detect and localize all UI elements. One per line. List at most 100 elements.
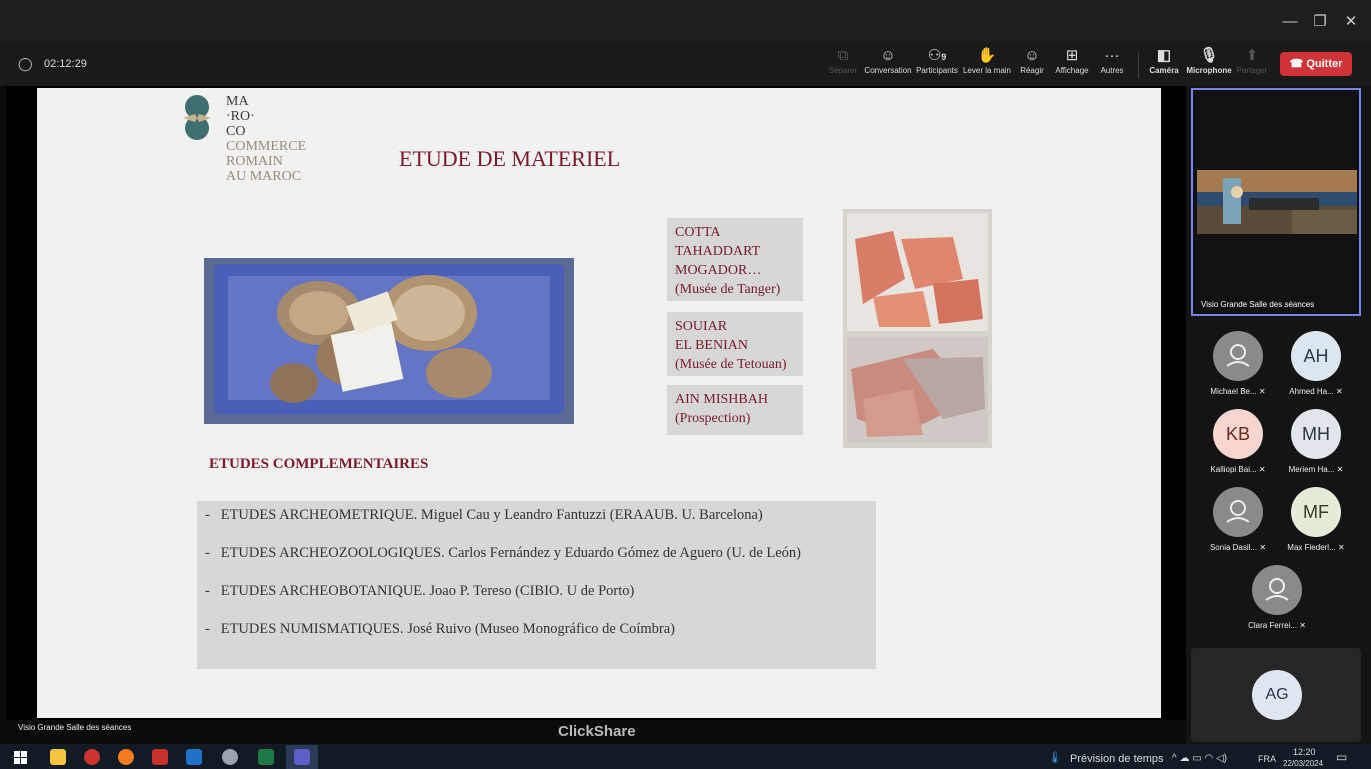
- participant-name: Meriem Ha... ✕: [1278, 465, 1354, 474]
- participant-avatar[interactable]: MF: [1291, 487, 1341, 537]
- raise-hand-button[interactable]: ✋ Lever la main: [962, 46, 1012, 82]
- slide-title: ETUDE DE MATERIEL: [399, 146, 621, 171]
- participants-button[interactable]: ⚇9 Participants: [916, 46, 958, 82]
- logo-line: MA: [226, 94, 249, 109]
- list-item-text: ETUDES NUMISMATIQUES. José Ruivo (Museo …: [220, 621, 676, 637]
- outlook-icon[interactable]: [186, 749, 202, 765]
- mic-muted-icon: ✕: [1336, 465, 1344, 474]
- camera-button[interactable]: ◧ Caméra: [1146, 46, 1182, 82]
- participant-name-text: Sonia Dasil...: [1209, 543, 1258, 552]
- clickshare-watermark: ClickShare: [558, 723, 636, 740]
- participant-name-text: Kalliopi Bai...: [1210, 465, 1257, 474]
- excel-icon[interactable]: [258, 749, 274, 765]
- site-box-tetouan: SOUIAR EL BENIAN (Musée de Tetouan): [667, 312, 803, 376]
- microphone-button[interactable]: 🎙 Microphone: [1186, 46, 1232, 82]
- logo-line: CO: [226, 124, 246, 139]
- share-icon: ⬆: [1245, 47, 1259, 64]
- mic-muted-icon: ✕: [1259, 543, 1267, 552]
- logo-line: ·RO·: [226, 109, 255, 124]
- phone-icon: ☎: [1289, 58, 1307, 70]
- thermometer-icon: 🌡: [1048, 752, 1062, 764]
- filezilla-icon[interactable]: [152, 749, 168, 765]
- meeting-timer: 02:12:29: [44, 58, 87, 70]
- sherds-box-photo: [843, 209, 992, 448]
- teams-icon: [294, 749, 310, 765]
- site-line: MOGADOR…: [675, 263, 762, 278]
- separate-label: Séparer: [828, 66, 858, 75]
- app-icon[interactable]: [84, 749, 100, 765]
- mic-muted-icon: ✕: [1338, 543, 1345, 552]
- view-button[interactable]: ⊞ Affichage: [1052, 46, 1092, 82]
- system-tray-icons[interactable]: ^ ☁ ▭ ◠ ◁): [1172, 753, 1227, 764]
- participant-avatar[interactable]: [1213, 487, 1263, 537]
- site-box-prospection: AIN MISHBAH (Prospection): [667, 385, 803, 435]
- room-video-tile[interactable]: Visio Grande Salle des séances: [1191, 88, 1361, 316]
- clock-time[interactable]: 12:20: [1293, 747, 1316, 757]
- mic-muted-icon: ✕: [1336, 387, 1343, 396]
- hand-icon: ✋: [977, 47, 997, 64]
- mic-off-icon: 🎙: [1199, 47, 1219, 64]
- camera-label: Caméra: [1149, 66, 1179, 75]
- self-avatar: AG: [1252, 670, 1302, 720]
- site-line: EL BENIAN: [675, 338, 748, 353]
- teams-taskbar-button[interactable]: [286, 745, 318, 769]
- participant-name: Clara Ferrei... ✕: [1239, 621, 1315, 630]
- bullet-dash: -: [205, 545, 210, 561]
- participant-name: Sonia Dasil... ✕: [1200, 543, 1276, 552]
- participant-name: Michael Be... ✕: [1200, 387, 1276, 396]
- separate-button[interactable]: ⧉ Séparer: [826, 46, 860, 82]
- clock-date[interactable]: 22/03/2024: [1283, 759, 1323, 768]
- toolbar-divider: [1138, 52, 1139, 78]
- conversation-button[interactable]: ☺ Conversation: [864, 46, 912, 82]
- bullet-dash: -: [205, 583, 210, 599]
- quit-button[interactable]: ☎ Quitter: [1280, 52, 1352, 76]
- site-line: (Musée de Tetouan): [675, 357, 787, 372]
- shield-icon: ◯: [18, 56, 33, 71]
- participant-name-text: Michael Be...: [1210, 387, 1257, 396]
- participant-avatar[interactable]: MH: [1291, 409, 1341, 459]
- list-item-text: ETUDES ARCHEOMETRIQUE. Miguel Cau y Lean…: [220, 507, 763, 523]
- presentation-slide: MA ·RO· CO COMMERCE ROMAIN AU MAROC ETUD…: [37, 88, 1161, 718]
- windows-start-icon[interactable]: [14, 751, 27, 764]
- maximize-button[interactable]: ❐: [1306, 10, 1334, 34]
- self-view-tile[interactable]: AG: [1191, 648, 1361, 742]
- notifications-icon[interactable]: ▭: [1336, 750, 1347, 764]
- people-icon: ⚇9: [927, 47, 947, 64]
- complementary-heading: ETUDES COMPLEMENTAIRES: [209, 456, 429, 472]
- camera-off-icon: ◧: [1156, 47, 1172, 64]
- smiley-icon: ☺: [1024, 47, 1040, 64]
- minimize-button[interactable]: —: [1276, 10, 1304, 34]
- more-button[interactable]: ··· Autres: [1096, 46, 1128, 82]
- site-line: SOUIAR: [675, 319, 728, 334]
- participant-avatar[interactable]: [1213, 331, 1263, 381]
- mic-muted-icon: ✕: [1258, 465, 1266, 474]
- participant-name-text: Ahmed Ha...: [1289, 387, 1334, 396]
- complementary-studies-list: - ETUDES ARCHEOMETRIQUE. Miguel Cau y Le…: [197, 501, 876, 669]
- participant-avatar[interactable]: KB: [1213, 409, 1263, 459]
- participant-name: Max Fiederl... ✕: [1278, 543, 1354, 552]
- language-indicator[interactable]: FRA: [1258, 754, 1276, 764]
- person-icon: [1226, 344, 1250, 367]
- chat-icon: ☺: [880, 47, 896, 64]
- close-window-button[interactable]: ✕: [1337, 10, 1365, 34]
- list-item: - ETUDES ARCHEOZOOLOGIQUES. Carlos Ferná…: [205, 545, 801, 562]
- weather-widget[interactable]: Prévision de temps: [1070, 753, 1164, 765]
- separate-icon: ⧉: [837, 47, 849, 64]
- network-app-icon[interactable]: [222, 749, 238, 765]
- bullet-dash: -: [205, 507, 210, 523]
- site-line: COTTA: [675, 225, 721, 240]
- participant-avatar[interactable]: AH: [1291, 331, 1341, 381]
- react-button[interactable]: ☺ Réagir: [1016, 46, 1048, 82]
- list-item: - ETUDES ARCHEOMETRIQUE. Miguel Cau y Le…: [205, 507, 763, 524]
- share-label: Partager: [1236, 66, 1268, 75]
- file-explorer-icon[interactable]: [50, 749, 66, 765]
- room-video-feed: [1197, 170, 1357, 234]
- share-button[interactable]: ⬆ Partager: [1234, 46, 1270, 82]
- raise-hand-label: Lever la main: [962, 66, 1012, 75]
- mic-muted-icon: ✕: [1299, 621, 1306, 630]
- maroco-logo-icon: [183, 95, 211, 140]
- participant-name: Ahmed Ha... ✕: [1278, 387, 1354, 396]
- site-line: (Musée de Tanger): [675, 282, 781, 297]
- firefox-icon[interactable]: [118, 749, 134, 765]
- participant-avatar[interactable]: [1252, 565, 1302, 615]
